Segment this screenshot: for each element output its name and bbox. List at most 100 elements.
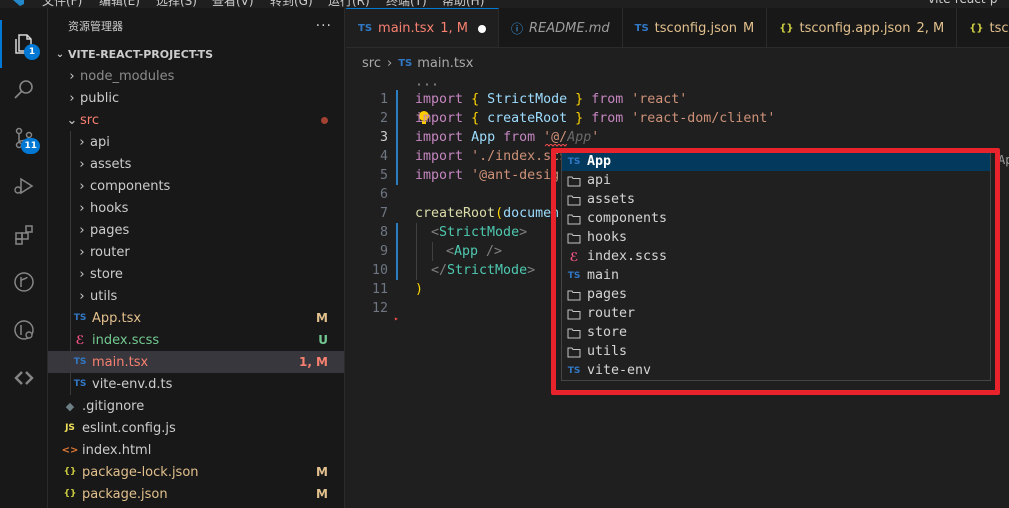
- tree-item-app-tsx[interactable]: TS App.tsx M: [48, 307, 344, 329]
- sass-file-icon: ℰ: [75, 333, 85, 347]
- tree-item-public[interactable]: › public: [48, 87, 344, 109]
- menu-view[interactable]: 查看(V): [212, 0, 254, 8]
- tree-item-package-json[interactable]: {} package.json M: [48, 483, 344, 505]
- tree-item-vite-env[interactable]: TS vite-env.d.ts: [48, 373, 344, 395]
- tree-item-hooks[interactable]: › hooks: [48, 197, 344, 219]
- suggest-item-components[interactable]: components: [562, 209, 990, 228]
- suggest-label: vite-env: [587, 363, 652, 378]
- tree-item-index-scss[interactable]: ℰ index.scss U: [48, 329, 344, 351]
- chevron-right-icon: ›: [79, 178, 85, 194]
- run-debug-activity[interactable]: [0, 162, 48, 210]
- source-control-activity[interactable]: 11: [0, 114, 48, 162]
- suggest-item-router[interactable]: router: [562, 304, 990, 323]
- tree-item-api[interactable]: › api: [48, 131, 344, 153]
- folder-icon: [566, 212, 582, 226]
- tree-item-main-tsx[interactable]: TS main.tsx 1, M: [48, 351, 344, 373]
- suggest-item-assets[interactable]: assets: [562, 190, 990, 209]
- git-status-modified: M: [316, 487, 328, 501]
- suggest-details-hint: Ap: [998, 153, 1009, 167]
- suggest-item-vite-env[interactable]: TS vite-env: [562, 361, 990, 380]
- tab-status: M: [743, 20, 755, 36]
- indent-guide: [70, 351, 71, 373]
- indent-guide: [70, 175, 71, 197]
- remote-explorer-icon: [14, 320, 34, 340]
- tree-item-gitignore[interactable]: ◆ .gitignore: [48, 395, 344, 417]
- indent-guide: [70, 373, 71, 395]
- folder-icon: [566, 231, 582, 245]
- tree-item-src[interactable]: ⌄ src: [48, 109, 344, 131]
- menu-file[interactable]: 文件(F): [42, 0, 82, 8]
- breadcrumb: src › TS main.tsx: [346, 48, 1009, 78]
- unsaved-dot-icon[interactable]: [477, 24, 486, 33]
- tree-item-pages[interactable]: › pages: [48, 219, 344, 241]
- line-number: 7: [379, 206, 388, 221]
- suggest-item-hooks[interactable]: hooks: [562, 228, 990, 247]
- tab-readme[interactable]: ⓘ README.md: [499, 8, 623, 47]
- tab-label: tsconfig.app.json: [799, 20, 911, 36]
- project-root[interactable]: ⌄ VITE-REACT-PROJECT-TS: [48, 43, 344, 65]
- chevron-down-icon: ⌄: [66, 112, 78, 128]
- tree-item-label: api: [90, 134, 110, 150]
- menu-edit[interactable]: 编辑(E): [99, 0, 140, 8]
- tab-main-tsx[interactable]: TS main.tsx 1, M: [346, 8, 499, 47]
- tree-item-router[interactable]: › router: [48, 241, 344, 263]
- suggest-label: assets: [587, 192, 636, 207]
- git-graph-activity[interactable]: [0, 258, 48, 306]
- tab-tsconfig-node[interactable]: {} tscon: [957, 8, 1009, 47]
- problems-dot: [321, 116, 328, 124]
- tree-item-node-modules[interactable]: › node_modules: [48, 65, 344, 87]
- suggest-item-index-scss[interactable]: ℰindex.scss: [562, 247, 990, 266]
- tab-label: tsconfig.json: [654, 20, 738, 36]
- tree-item-assets[interactable]: › assets: [48, 153, 344, 175]
- menu-go[interactable]: 转到(G): [270, 0, 313, 8]
- tree-item-label: public: [80, 90, 120, 106]
- menu-selection[interactable]: 选择(S): [156, 0, 197, 8]
- explorer-sidebar: 资源管理器 ··· ⌄ VITE-REACT-PROJECT-TS › node…: [48, 8, 345, 508]
- suggest-item-pages[interactable]: pages: [562, 285, 990, 304]
- suggest-item-utils[interactable]: utils: [562, 342, 990, 361]
- tree-item-components[interactable]: › components: [48, 175, 344, 197]
- suggest-item-store[interactable]: store: [562, 323, 990, 342]
- tree-item-eslint-config[interactable]: JS eslint.config.js: [48, 417, 344, 439]
- editor-tabs: TS main.tsx 1, M ⓘ README.md TS tsconfig…: [346, 8, 1009, 48]
- extensions-activity[interactable]: [0, 211, 48, 259]
- code-line-3: import App from '@/App': [415, 130, 600, 145]
- suggest-label: router: [587, 306, 636, 321]
- menu-help[interactable]: 帮助(H): [442, 0, 484, 8]
- tab-tsconfig[interactable]: TS tsconfig.json M: [623, 8, 768, 47]
- breadcrumb-folder[interactable]: src: [362, 56, 381, 71]
- indent-guide: [70, 219, 71, 241]
- tree-item-package-lock[interactable]: {} package-lock.json M: [48, 461, 344, 483]
- search-activity[interactable]: [0, 66, 48, 114]
- suggest-label: main: [587, 268, 620, 283]
- code-line-11: ): [415, 282, 424, 297]
- tree-item-store[interactable]: › store: [48, 263, 344, 285]
- command-center-search[interactable]: vite-react-p: [928, 0, 998, 6]
- remote-activity[interactable]: [0, 354, 48, 402]
- json-file-icon: {}: [63, 467, 77, 477]
- folder-icon: [566, 307, 582, 321]
- typescript-file-icon: TS: [73, 379, 87, 389]
- menu-run[interactable]: 运行(R): [328, 0, 370, 8]
- chevron-right-icon: ›: [69, 68, 75, 84]
- suggest-item-main[interactable]: TS main: [562, 266, 990, 285]
- menu-terminal[interactable]: 终端(T): [386, 0, 427, 8]
- suggest-item-api[interactable]: api: [562, 171, 990, 190]
- folder-icon: [566, 345, 582, 359]
- tab-tsconfig-app[interactable]: {} tsconfig.app.json 2, M: [767, 8, 958, 47]
- chevron-down-icon: ⌄: [55, 48, 65, 60]
- tree-item-utils[interactable]: › utils: [48, 285, 344, 307]
- suggest-item-app[interactable]: TS App: [562, 152, 990, 171]
- tree-item-index-html[interactable]: <> index.html: [48, 439, 344, 461]
- code-line-5: import '@ant-desig: [415, 168, 560, 183]
- typescript-file-icon: TS: [567, 270, 581, 281]
- project-name: VITE-REACT-PROJECT-TS: [68, 47, 214, 61]
- line-number: 1: [379, 92, 388, 107]
- typescript-file-icon: TS: [73, 357, 87, 367]
- breadcrumb-file[interactable]: main.tsx: [417, 56, 473, 71]
- remote-explorer-activity[interactable]: [0, 306, 48, 354]
- explorer-activity[interactable]: 1: [0, 20, 48, 68]
- typescript-file-icon: TS: [398, 57, 413, 69]
- tree-item-label: assets: [90, 156, 132, 172]
- more-actions-button[interactable]: ···: [316, 18, 332, 34]
